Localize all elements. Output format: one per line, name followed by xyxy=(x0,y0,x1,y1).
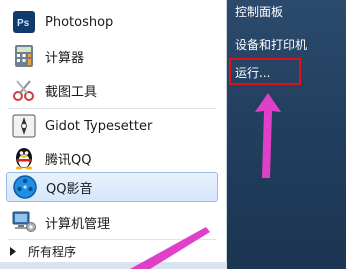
annotation-arrows xyxy=(130,93,281,269)
arrow-diagonal-icon xyxy=(130,227,210,269)
arrow-up-icon xyxy=(255,93,281,178)
